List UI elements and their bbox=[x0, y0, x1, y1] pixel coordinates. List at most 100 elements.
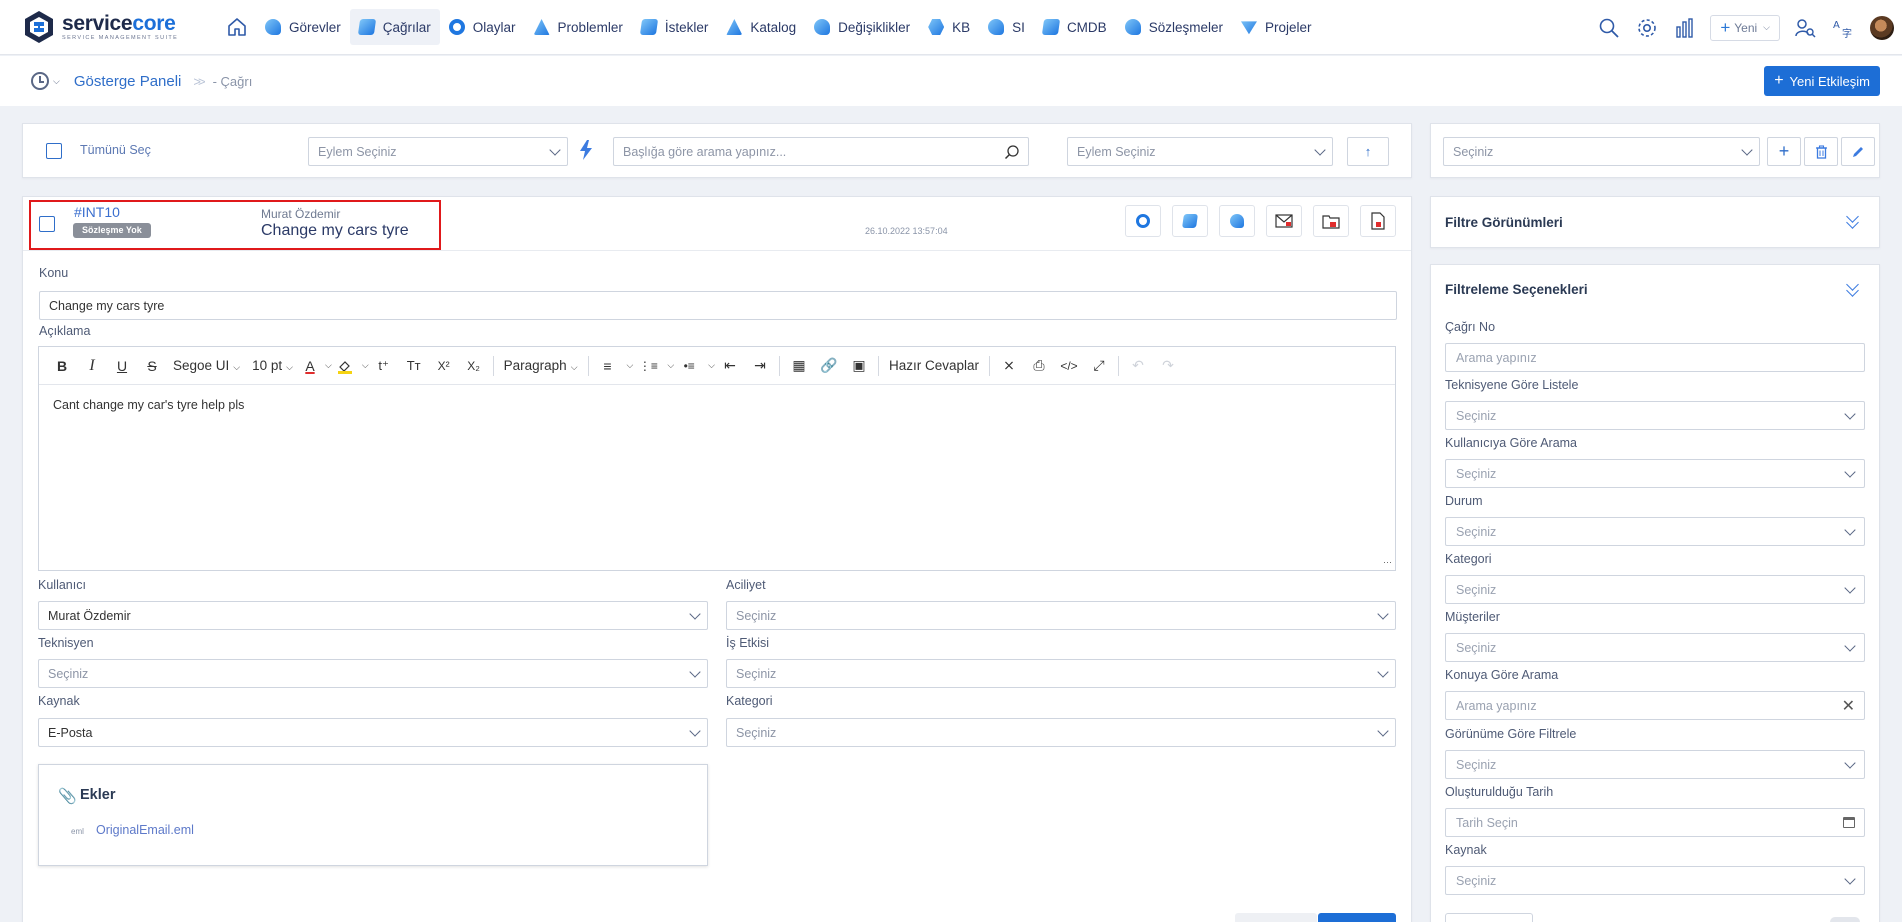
double-chevron-down-icon[interactable] bbox=[1845, 278, 1861, 297]
new-dropdown-button[interactable]: + Yeni ⌵ bbox=[1710, 14, 1780, 41]
nav-item-requests[interactable]: İstekler bbox=[632, 9, 718, 45]
search-icon[interactable] bbox=[1004, 144, 1020, 160]
superscript-icon[interactable]: X² bbox=[429, 353, 459, 379]
delete-action-button[interactable] bbox=[1360, 205, 1396, 237]
add-view-button[interactable]: + bbox=[1767, 137, 1801, 166]
home-icon[interactable] bbox=[224, 14, 250, 40]
filter-status-select[interactable]: Seçiniz bbox=[1445, 517, 1865, 546]
subject-input[interactable]: Change my cars tyre bbox=[39, 291, 1397, 320]
nav-item-problems[interactable]: Problemler bbox=[525, 9, 632, 45]
view-select[interactable]: Seçiniz bbox=[1443, 137, 1760, 166]
bold-icon[interactable]: B bbox=[47, 353, 77, 379]
delete-view-button[interactable] bbox=[1804, 137, 1838, 166]
description-editor[interactable]: B I U S Segoe UI ⌵ 10 pt ⌵ A ⌵ ⌵ t⁺ Tт X² X… bbox=[38, 346, 1396, 571]
chevron-down-icon[interactable]: ⌵ bbox=[667, 360, 674, 371]
archive-action-button[interactable] bbox=[1313, 205, 1349, 237]
user-avatar[interactable] bbox=[1870, 15, 1894, 40]
category-select[interactable]: Seçiniz bbox=[726, 718, 1396, 747]
nav-item-projects[interactable]: Projeler bbox=[1232, 9, 1321, 45]
source-select[interactable]: E-Posta bbox=[38, 718, 708, 747]
action-select-1[interactable]: Eylem Seçiniz bbox=[308, 137, 568, 166]
search-icon[interactable] bbox=[1590, 9, 1628, 47]
indent-icon[interactable]: ⇥ bbox=[745, 353, 775, 379]
underline-icon[interactable]: U bbox=[107, 353, 137, 379]
filter-technician-select[interactable]: Seçiniz bbox=[1445, 401, 1865, 430]
editor-content[interactable]: Cant change my car's tyre help pls bbox=[39, 385, 1395, 425]
ready-answers-button[interactable]: Hazır Cevaplar bbox=[883, 358, 985, 373]
unordered-list-icon[interactable]: •≡ bbox=[674, 353, 704, 379]
filter-source-select[interactable]: Seçiniz bbox=[1445, 866, 1865, 895]
request-action-button[interactable] bbox=[1172, 205, 1208, 237]
scroll-up-button[interactable]: ↑ bbox=[1347, 137, 1389, 166]
clear-format-icon[interactable]: ⨯ bbox=[994, 353, 1024, 379]
title-search-input[interactable]: Başlığa göre arama yapınız... bbox=[613, 137, 1029, 166]
language-translate-icon[interactable]: A字 bbox=[1824, 9, 1862, 47]
filter-views-panel[interactable]: Filtre Görünümleri bbox=[1430, 196, 1880, 248]
text-color-icon[interactable]: A bbox=[299, 353, 321, 379]
print-icon[interactable]: ⎙ bbox=[1024, 353, 1054, 379]
chevron-down-icon[interactable]: ⌵ bbox=[53, 76, 60, 87]
filter-user-select[interactable]: Seçiniz bbox=[1445, 459, 1865, 488]
filter-view-select[interactable]: Seçiniz bbox=[1445, 750, 1865, 779]
capitalize-icon[interactable]: Tт bbox=[399, 353, 429, 379]
lightning-bolt-icon[interactable] bbox=[571, 140, 601, 162]
resize-handle-icon[interactable]: ⋯ bbox=[1383, 557, 1392, 568]
nav-item-contracts[interactable]: Sözleşmeler bbox=[1116, 9, 1232, 45]
save-button[interactable] bbox=[1318, 913, 1396, 922]
chevron-down-icon[interactable]: ⌵ bbox=[708, 360, 715, 371]
filter-customers-select[interactable]: Seçiniz bbox=[1445, 633, 1865, 662]
link-icon[interactable]: 🔗 bbox=[814, 353, 844, 379]
new-interaction-button[interactable]: + Yeni Etkileşim bbox=[1764, 66, 1880, 96]
outdent-icon[interactable]: ⇤ bbox=[715, 353, 745, 379]
redo-icon[interactable]: ↷ bbox=[1153, 353, 1183, 379]
ordered-list-icon[interactable]: ⋮≡ bbox=[633, 353, 663, 379]
chevron-down-icon[interactable]: ⌵ bbox=[627, 360, 634, 371]
highlight-color-icon[interactable] bbox=[332, 353, 358, 379]
strikethrough-icon[interactable]: S bbox=[137, 353, 167, 379]
nav-item-incidents[interactable]: Olaylar bbox=[440, 9, 525, 45]
select-all-label[interactable]: Tümünü Seç bbox=[80, 143, 151, 157]
clear-x-icon[interactable]: ✕ bbox=[1842, 696, 1855, 716]
nav-item-si[interactable]: SI bbox=[979, 9, 1034, 45]
image-icon[interactable]: ▣ bbox=[844, 353, 874, 379]
filter-subject-input[interactable]: Arama yapınız ✕ bbox=[1445, 691, 1865, 720]
align-left-icon[interactable]: ≡ bbox=[593, 353, 623, 379]
brand-logo[interactable]: servicecore SERVICE MANAGEMENT SUITE bbox=[22, 10, 182, 44]
nav-item-catalog[interactable]: Katalog bbox=[717, 9, 805, 45]
settings-gear-icon[interactable] bbox=[1628, 9, 1666, 47]
font-size-select[interactable]: 10 pt ⌵ bbox=[246, 358, 299, 373]
history-clock-icon[interactable] bbox=[31, 72, 49, 90]
fullscreen-icon[interactable]: ⤢ bbox=[1084, 353, 1114, 379]
email-action-button[interactable] bbox=[1266, 205, 1302, 237]
incident-action-button[interactable] bbox=[1125, 205, 1161, 237]
nav-item-cmdb[interactable]: CMDB bbox=[1034, 9, 1116, 45]
impact-select[interactable]: Seçiniz bbox=[726, 659, 1396, 688]
undo-icon[interactable]: ↶ bbox=[1123, 353, 1153, 379]
change-case-icon[interactable]: t⁺ bbox=[369, 353, 399, 379]
chevron-down-icon[interactable]: ⌵ bbox=[325, 360, 332, 371]
filter-call-no-input[interactable]: Arama yapınız bbox=[1445, 343, 1865, 372]
double-chevron-down-icon[interactable] bbox=[1845, 210, 1861, 229]
chevron-down-icon[interactable]: ⌵ bbox=[362, 360, 369, 371]
filter-toggle-switch[interactable] bbox=[1830, 917, 1860, 922]
table-icon[interactable]: ▦ bbox=[784, 353, 814, 379]
cancel-button[interactable] bbox=[1235, 913, 1317, 922]
filter-category-select[interactable]: Seçiniz bbox=[1445, 575, 1865, 604]
si-action-button[interactable] bbox=[1219, 205, 1255, 237]
nav-item-kb[interactable]: KB bbox=[919, 9, 979, 45]
user-search-icon[interactable] bbox=[1786, 9, 1824, 47]
action-select-2[interactable]: Eylem Seçiniz bbox=[1067, 137, 1333, 166]
nav-item-changes[interactable]: Değişiklikler bbox=[805, 9, 919, 45]
reports-chart-icon[interactable] bbox=[1666, 9, 1704, 47]
nav-item-tasks[interactable]: Görevler bbox=[256, 9, 350, 45]
italic-icon[interactable]: I bbox=[77, 353, 107, 379]
subscript-icon[interactable]: X₂ bbox=[459, 353, 489, 379]
urgency-select[interactable]: Seçiniz bbox=[726, 601, 1396, 630]
nav-item-calls[interactable]: Çağrılar bbox=[349, 9, 440, 45]
filter-apply-button[interactable] bbox=[1445, 913, 1533, 922]
edit-view-button[interactable] bbox=[1841, 137, 1875, 166]
breadcrumb-dashboard-link[interactable]: Gösterge Paneli bbox=[74, 73, 182, 90]
attachment-link[interactable]: OriginalEmail.eml bbox=[96, 823, 194, 837]
user-select[interactable]: Murat Özdemir bbox=[38, 601, 708, 630]
font-family-select[interactable]: Segoe UI ⌵ bbox=[167, 358, 246, 373]
